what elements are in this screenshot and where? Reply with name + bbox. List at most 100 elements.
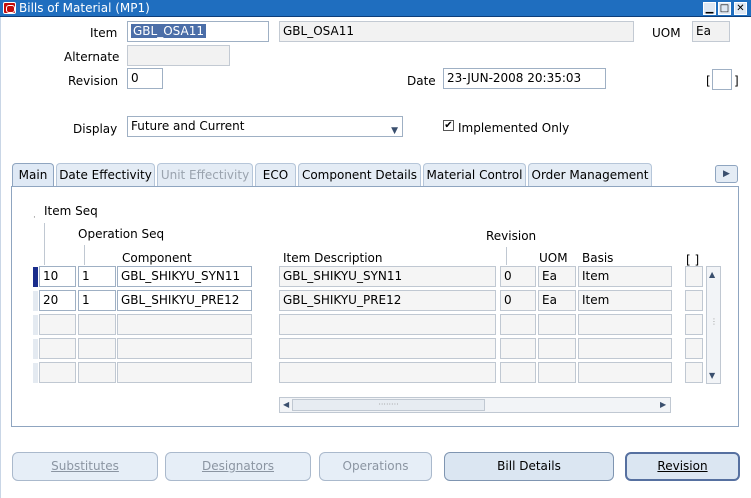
chevron-down-icon: ▼ — [391, 126, 398, 136]
tab-date-effectivity[interactable]: Date Effectivity — [56, 163, 155, 186]
line-dff-cell[interactable] — [685, 290, 703, 311]
display-label: Display — [73, 122, 118, 136]
substitutes-button-label: Substitutes — [51, 459, 119, 473]
uom-cell[interactable] — [538, 338, 576, 359]
revision-cell[interactable]: 0 — [500, 290, 536, 311]
implemented-only-checkbox[interactable]: ✔ — [443, 120, 454, 131]
close-icon[interactable]: ✕ — [734, 2, 747, 15]
scroll-thumb[interactable]: ········ — [292, 399, 485, 411]
revision-cell[interactable] — [500, 338, 536, 359]
item-seq-cell[interactable]: 10 — [39, 266, 76, 287]
item-description-field[interactable]: GBL_OSA11 — [279, 21, 634, 42]
basis-cell[interactable]: Item — [578, 290, 672, 311]
descriptive-flexfield[interactable] — [712, 69, 732, 90]
tab-unit-effectivity[interactable]: Unit Effectivity — [157, 163, 253, 186]
window-title: Bills of Material (MP1) — [19, 1, 150, 15]
scroll-grip-icon[interactable]: ⋮ — [710, 317, 718, 326]
record-indicator[interactable] — [33, 363, 38, 383]
basis-cell[interactable]: Item — [578, 266, 672, 287]
tab-eco[interactable]: ECO — [255, 163, 296, 186]
substitutes-button[interactable]: Substitutes — [12, 452, 158, 481]
alternate-field[interactable] — [127, 45, 230, 66]
scroll-right-icon[interactable]: ▶ — [660, 400, 666, 409]
revision-button[interactable]: Revision — [625, 452, 740, 481]
designators-button[interactable]: Designators — [165, 452, 311, 481]
dff-close-bracket: ] — [734, 74, 739, 88]
tree-node-icon: · — [33, 213, 36, 223]
scroll-left-icon[interactable]: ◀ — [283, 400, 289, 409]
tab-material-control[interactable]: Material Control — [423, 163, 526, 186]
component-cell[interactable] — [117, 338, 252, 359]
tab-component-details[interactable]: Component Details — [298, 163, 421, 186]
revision-cell[interactable] — [500, 362, 536, 383]
item-seq-header: Item Seq — [44, 204, 98, 218]
maximize-icon[interactable]: □ — [718, 2, 731, 15]
component-cell[interactable] — [117, 314, 252, 335]
uom-field[interactable]: Ea — [692, 21, 730, 42]
line-dff-cell[interactable] — [685, 314, 703, 335]
item-description-cell[interactable] — [279, 362, 496, 383]
operation-seq-header: Operation Seq — [78, 227, 165, 241]
tab-order-management[interactable]: Order Management — [528, 163, 652, 186]
bill-details-button[interactable]: Bill Details — [444, 452, 614, 481]
implemented-only-label: Implemented Only — [458, 121, 570, 135]
component-header: Component — [122, 251, 192, 265]
minimize-icon[interactable]: ▁ — [703, 2, 716, 15]
revision-button-label: Revision — [657, 459, 708, 473]
item-seq-cell[interactable]: 20 — [39, 290, 76, 311]
component-cell[interactable]: GBL_SHIKYU_SYN11 — [117, 266, 252, 287]
basis-cell[interactable] — [578, 362, 672, 383]
component-cell[interactable] — [117, 362, 252, 383]
operation-seq-cell[interactable]: 1 — [78, 266, 116, 287]
date-field[interactable]: 23-JUN-2008 20:35:03 — [443, 68, 606, 89]
revision-header-guide — [506, 247, 507, 265]
uom-cell[interactable] — [538, 362, 576, 383]
record-indicator[interactable] — [33, 339, 38, 359]
line-dff-cell[interactable] — [685, 338, 703, 359]
item-description-cell[interactable]: GBL_SHIKYU_SYN11 — [279, 266, 496, 287]
revision-cell[interactable]: 0 — [500, 266, 536, 287]
item-value: GBL_OSA11 — [131, 24, 206, 38]
item-description-cell[interactable]: GBL_SHIKYU_PRE12 — [279, 290, 496, 311]
display-select[interactable]: Future and Current ▼ — [127, 116, 403, 137]
operations-button[interactable]: Operations — [319, 452, 432, 481]
item-label: Item — [90, 26, 118, 40]
grid-horizontal-scrollbar[interactable]: ◀ ········ ▶ — [279, 397, 671, 413]
operation-seq-cell[interactable]: 1 — [78, 290, 116, 311]
dff-open-bracket: [ — [706, 74, 711, 88]
uom-header: UOM — [539, 251, 568, 265]
uom-cell[interactable]: Ea — [538, 266, 576, 287]
tab-scroll-right-icon[interactable]: ▶ — [715, 165, 738, 183]
revision-cell[interactable] — [500, 314, 536, 335]
line-dff-cell[interactable] — [685, 362, 703, 383]
operation-seq-cell[interactable] — [78, 338, 116, 359]
tab-main[interactable]: Main — [12, 163, 54, 186]
component-cell[interactable]: GBL_SHIKYU_PRE12 — [117, 290, 252, 311]
revision-label: Revision — [68, 74, 119, 88]
current-record-indicator[interactable] — [33, 267, 38, 287]
record-indicator[interactable] — [33, 291, 38, 311]
record-indicator[interactable] — [33, 315, 38, 335]
basis-cell[interactable] — [578, 314, 672, 335]
line-dff-cell[interactable] — [685, 266, 703, 287]
grid-vertical-scrollbar[interactable]: ▲ ⋮ ▼ — [706, 266, 721, 384]
scroll-up-icon[interactable]: ▲ — [709, 270, 715, 279]
item-seq-header-guide — [44, 223, 45, 265]
date-label: Date — [407, 74, 436, 88]
scroll-down-icon[interactable]: ▼ — [709, 371, 715, 380]
item-description-cell[interactable] — [279, 338, 496, 359]
item-description-cell[interactable] — [279, 314, 496, 335]
item-seq-cell[interactable] — [39, 314, 76, 335]
operation-seq-cell[interactable] — [78, 362, 116, 383]
revision-field[interactable]: 0 — [127, 68, 163, 89]
item-seq-cell[interactable] — [39, 362, 76, 383]
item-description-header: Item Description — [283, 251, 383, 265]
alternate-label: Alternate — [64, 50, 120, 64]
uom-cell[interactable] — [538, 314, 576, 335]
window-title-bar[interactable]: Bills of Material (MP1) ▁ □ ✕ — [0, 0, 751, 17]
uom-cell[interactable]: Ea — [538, 290, 576, 311]
item-seq-cell[interactable] — [39, 338, 76, 359]
basis-cell[interactable] — [578, 338, 672, 359]
operation-seq-cell[interactable] — [78, 314, 116, 335]
item-field[interactable]: GBL_OSA11 — [127, 21, 269, 42]
